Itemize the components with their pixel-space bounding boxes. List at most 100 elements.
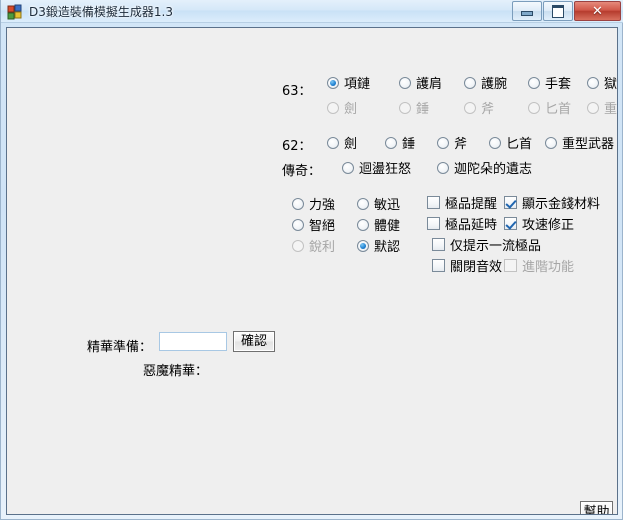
radio-indicator: [399, 77, 411, 89]
close-icon: ✕: [575, 2, 620, 20]
window-controls: ✕: [511, 1, 621, 21]
radio-skorn[interactable]: 迦陀朵的遺志: [437, 158, 532, 177]
radio-indicator: [489, 137, 501, 149]
checkbox-advanced-features: 進階功能: [504, 256, 574, 275]
checkbox-attack-speed-fix[interactable]: 攻速修正: [504, 214, 574, 233]
radio-label: 護腕: [481, 73, 507, 92]
radio-label: 護肩: [416, 73, 442, 92]
radio-label: 體健: [374, 215, 400, 234]
radio-sword-62[interactable]: 劍: [327, 133, 357, 152]
radio-label: 重型武器: [562, 133, 614, 152]
radio-dagger-62[interactable]: 匕首: [489, 133, 532, 152]
checkbox-label: 極品提醒: [445, 193, 497, 212]
radio-indicator: [545, 137, 557, 149]
checkbox-indicator: [432, 259, 445, 272]
radio-necklace[interactable]: 項鏈: [327, 73, 370, 92]
radio-indicator: [385, 137, 397, 149]
radio-sharpness: 銳利: [292, 236, 335, 255]
minimize-icon: [513, 2, 541, 20]
essence-input[interactable]: [159, 332, 227, 351]
radio-indicator: [342, 162, 354, 174]
checkbox-indicator: [427, 217, 440, 230]
radio-gloves[interactable]: 手套: [528, 73, 571, 92]
close-button[interactable]: ✕: [574, 1, 621, 21]
radio-echoing-fury[interactable]: 迴盪狂怒: [342, 158, 411, 177]
radio-mace-62[interactable]: 錘: [385, 133, 415, 152]
radio-axe-63: 斧: [464, 98, 494, 117]
label-essence-prepare: 精華準備：: [87, 336, 152, 355]
radio-label: 匕首: [545, 98, 571, 117]
radio-indicator: [327, 102, 339, 114]
radio-axe-62[interactable]: 斧: [437, 133, 467, 152]
radio-indicator: [292, 219, 304, 231]
checkbox-indicator: [504, 196, 517, 209]
checkbox-indicator: [504, 217, 517, 230]
radio-indicator: [464, 77, 476, 89]
minimize-button[interactable]: [512, 1, 542, 21]
checkbox-label: 攻速修正: [522, 214, 574, 233]
radio-indicator: [357, 240, 369, 252]
checkbox-perfect-delay[interactable]: 極品延時: [427, 214, 497, 233]
radio-indicator: [399, 102, 411, 114]
radio-vitality[interactable]: 體健: [357, 215, 400, 234]
radio-indicator: [528, 77, 540, 89]
radio-heavy-weapon-62[interactable]: 重型武器: [545, 133, 614, 152]
radio-indicator: [587, 77, 599, 89]
checkbox-mute-sound[interactable]: 關閉音效: [432, 256, 502, 275]
radio-label: 劍: [344, 133, 357, 152]
radio-indicator: [292, 198, 304, 210]
checkbox-label: 極品延時: [445, 214, 497, 233]
radio-label: 重型武器: [604, 98, 618, 117]
radio-mace-63: 錘: [399, 98, 429, 117]
radio-indicator: [464, 102, 476, 114]
client-area: 63： 項鏈 護肩 護腕 手套 獄火妖戒 劍 錘: [6, 27, 618, 515]
checkbox-indicator: [504, 259, 517, 272]
radio-label: 錘: [416, 98, 429, 117]
checkbox-indicator: [427, 196, 440, 209]
radio-label: 迦陀朵的遺志: [454, 158, 532, 177]
confirm-button[interactable]: 確認: [233, 331, 275, 352]
radio-label: 斧: [454, 133, 467, 152]
radio-indicator: [357, 198, 369, 210]
radio-indicator: [437, 137, 449, 149]
radio-shoulders[interactable]: 護肩: [399, 73, 442, 92]
radio-indicator: [437, 162, 449, 174]
help-label: 幫助: [583, 506, 609, 515]
label-tier-63: 63：: [282, 80, 312, 99]
checkbox-label: 關閉音效: [450, 256, 502, 275]
radio-heavy-weapon-63: 重型武器: [587, 98, 618, 117]
radio-default[interactable]: 默認: [357, 236, 400, 255]
radio-indicator: [292, 240, 304, 252]
radio-label: 力強: [309, 194, 335, 213]
radio-strength[interactable]: 力強: [292, 194, 335, 213]
label-demon-essence: 惡魔精華：: [143, 360, 208, 379]
radio-label: 劍: [344, 98, 357, 117]
maximize-icon: [544, 2, 572, 20]
label-legendary: 傳奇：: [282, 160, 321, 179]
checkbox-show-money-material[interactable]: 顯示金錢材料: [504, 193, 600, 212]
radio-label: 手套: [545, 73, 571, 92]
radio-dexterity[interactable]: 敏迅: [357, 194, 400, 213]
radio-label: 智絕: [309, 215, 335, 234]
radio-label: 斧: [481, 98, 494, 117]
checkbox-label: 進階功能: [522, 256, 574, 275]
title-bar: D3鍛造裝備模擬生成器1.3 ✕: [1, 0, 623, 23]
radio-intelligence[interactable]: 智絕: [292, 215, 335, 234]
help-about-button[interactable]: 幫助 關於: [580, 501, 613, 515]
checkbox-label: 仅提示一流極品: [450, 235, 541, 254]
radio-label: 獄火妖戒: [604, 73, 618, 92]
radio-label: 敏迅: [374, 194, 400, 213]
checkbox-only-top-tier[interactable]: 仅提示一流極品: [432, 235, 541, 254]
radio-indicator: [357, 219, 369, 231]
radio-label: 迴盪狂怒: [359, 158, 411, 177]
label-tier-62: 62：: [282, 135, 312, 154]
radio-indicator: [327, 137, 339, 149]
maximize-button[interactable]: [543, 1, 573, 21]
checkbox-indicator: [432, 238, 445, 251]
radio-label: 項鏈: [344, 73, 370, 92]
radio-sword-63: 劍: [327, 98, 357, 117]
radio-hellfire-ring[interactable]: 獄火妖戒: [587, 73, 618, 92]
radio-indicator: [587, 102, 599, 114]
radio-bracers[interactable]: 護腕: [464, 73, 507, 92]
checkbox-perfect-alert[interactable]: 極品提醒: [427, 193, 497, 212]
